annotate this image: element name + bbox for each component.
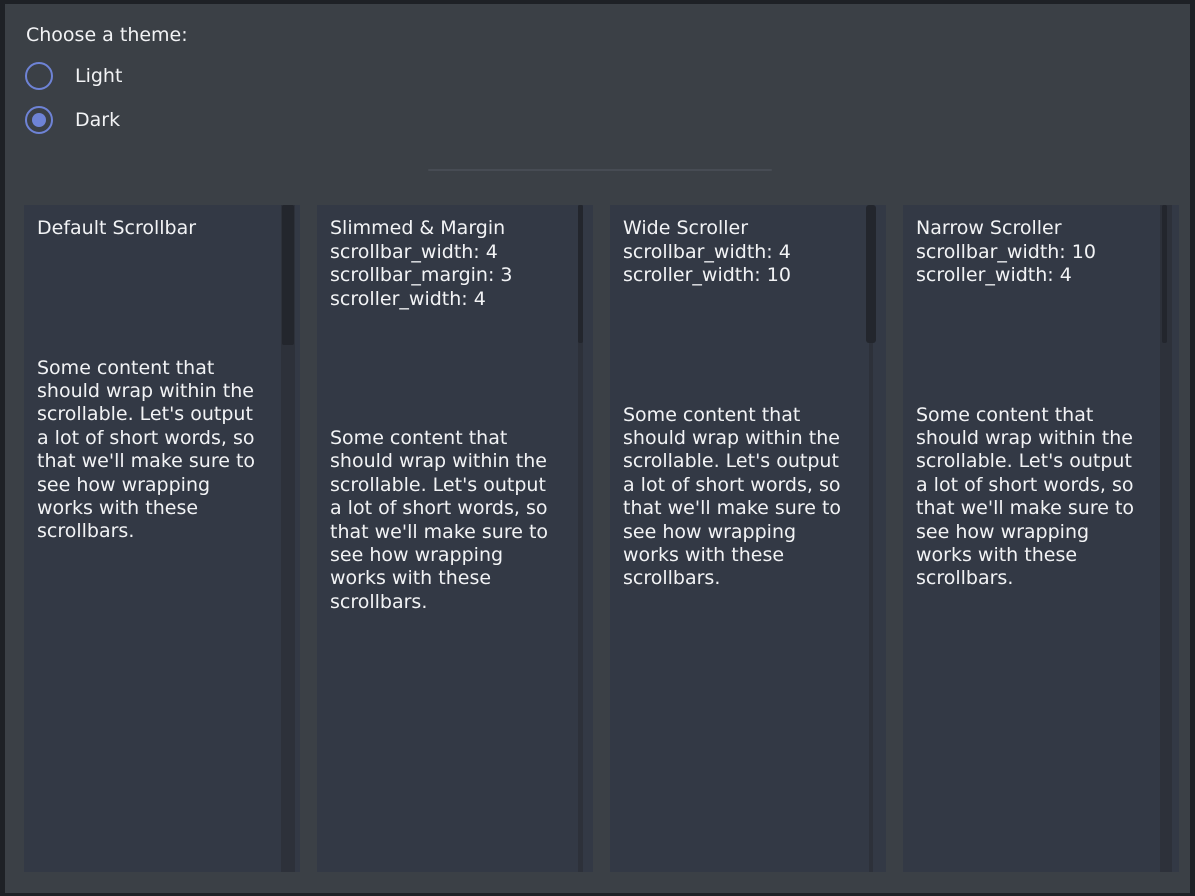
radio-icon-dark[interactable] xyxy=(25,106,53,134)
theme-chooser-label: Choose a theme: xyxy=(26,23,188,47)
radio-label-light: Light xyxy=(75,62,122,90)
window-border-right xyxy=(1190,0,1195,896)
window-border-top xyxy=(0,0,1195,4)
radio-label-dark: Dark xyxy=(75,106,120,134)
radio-icon-light[interactable] xyxy=(25,62,53,90)
scrollbar-thumb[interactable] xyxy=(866,205,876,343)
scrollbar-thumb[interactable] xyxy=(578,205,583,343)
scrollbar-thumb[interactable] xyxy=(1162,205,1167,343)
scroll-panel-slimmed-margin[interactable]: Slimmed & Margin scrollbar_width: 4 scro… xyxy=(317,205,593,872)
section-divider xyxy=(428,169,772,171)
scroll-panel-wide-scroller[interactable]: Wide Scroller scrollbar_width: 4 scrolle… xyxy=(610,205,886,872)
panel-body-text: Some content that should wrap within the… xyxy=(623,404,846,591)
scroll-demo-panels: Default Scrollbar Some content that shou… xyxy=(24,205,1179,872)
window-border-left xyxy=(0,0,5,896)
scroll-panel-default[interactable]: Default Scrollbar Some content that shou… xyxy=(24,205,300,872)
panel-body-text: Some content that should wrap within the… xyxy=(37,357,260,544)
app-window: Choose a theme: Light Dark Default Scrol… xyxy=(0,0,1195,896)
panel-title: Slimmed & Margin xyxy=(330,217,553,241)
panel-title: Default Scrollbar xyxy=(37,217,260,241)
panel-params: scrollbar_width: 4 scroller_width: 10 xyxy=(623,241,846,288)
scroll-panel-narrow-scroller[interactable]: Narrow Scroller scrollbar_width: 10 scro… xyxy=(903,205,1179,872)
radio-option-light[interactable]: Light xyxy=(25,62,122,90)
scrollbar-thumb[interactable] xyxy=(282,205,294,345)
panel-params: scrollbar_width: 4 scrollbar_margin: 3 s… xyxy=(330,241,553,312)
panel-body-text: Some content that should wrap within the… xyxy=(916,404,1139,591)
radio-option-dark[interactable]: Dark xyxy=(25,106,120,134)
panel-params: scrollbar_width: 10 scroller_width: 4 xyxy=(916,241,1139,288)
panel-body-text: Some content that should wrap within the… xyxy=(330,427,553,614)
panel-title: Wide Scroller xyxy=(623,217,846,241)
panel-title: Narrow Scroller xyxy=(916,217,1139,241)
radio-dot-icon xyxy=(32,113,46,127)
